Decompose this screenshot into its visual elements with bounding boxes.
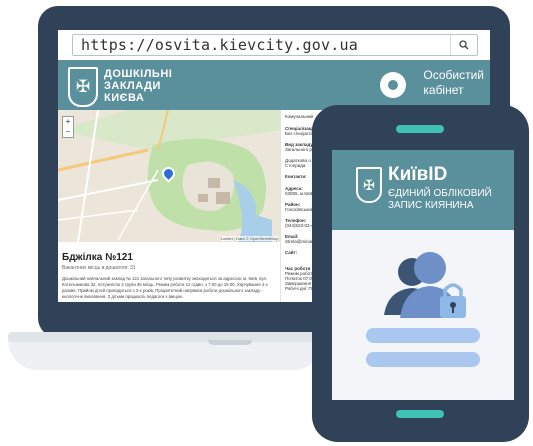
cabinet-line1: Особистий	[423, 68, 484, 82]
app-subtitle-line1: ЄДИНИЙ ОБЛІКОВИЙ	[388, 188, 492, 199]
school-vacancies: Вакантних місць в дошкілля: 31	[62, 265, 136, 271]
app-subtitle: ЄДИНИЙ ОБЛІКОВИЙ ЗАПИС КИЯНИНА	[388, 188, 492, 212]
phone-screen: ✠ КиївID ЄДИНИЙ ОБЛІКОВИЙ ЗАПИС КИЯНИНА	[332, 150, 514, 400]
app-name: КиївID	[388, 164, 448, 185]
kyiv-crest-icon[interactable]: ✠	[68, 67, 98, 107]
info-specialization-value: Без спеціаліза	[285, 131, 316, 136]
zoom-out-button[interactable]: −	[63, 127, 73, 137]
map[interactable]: + − Leaflet | Data © OpenStreetMap	[58, 110, 280, 242]
address-bar[interactable]: https://osvita.kievcity.gov.ua	[72, 34, 478, 56]
map-attribution[interactable]: Leaflet | Data © OpenStreetMap	[220, 236, 278, 241]
school-name: Бджілка №121	[62, 252, 133, 263]
site-title-line1: ДОШКІЛЬНІ	[104, 68, 173, 80]
app-subtitle-line2: ЗАПИС КИЯНИНА	[388, 200, 474, 211]
info-contacts-label: Контакти:	[285, 174, 307, 179]
info-language: Додаткова о Стоприда	[285, 158, 311, 168]
laptop-base-edge	[8, 332, 323, 342]
school-description: Дошкільний навчальний заклад № 121 загал…	[62, 276, 268, 299]
phone-header: ✠ КиївID ЄДИНИЙ ОБЛІКОВИЙ ЗАПИС КИЯНИНА	[332, 150, 514, 230]
search-icon[interactable]	[450, 35, 477, 55]
info-type: Комунальний	[285, 114, 313, 119]
email-value[interactable]: Strela@minia	[285, 239, 312, 244]
site-title-line3: КИЄВА	[104, 92, 145, 104]
phone-body	[332, 230, 514, 400]
url-text[interactable]: https://osvita.kievcity.gov.ua	[81, 36, 358, 54]
gear-icon[interactable]	[380, 72, 406, 98]
info-site: Сайт:	[285, 250, 297, 255]
site-label: Сайт:	[285, 250, 298, 255]
phone-value: (044)523-02-4	[285, 223, 314, 228]
info-language-value: Стоприда	[285, 163, 306, 168]
info-email: Email: Strela@minia	[285, 234, 312, 244]
password-field[interactable]	[366, 352, 480, 367]
contacts-heading: Контакти:	[285, 174, 307, 179]
info-district: Район: Голосіївський	[285, 202, 313, 212]
zoom-controls[interactable]: + −	[62, 116, 74, 138]
info-address: Адреса: 03065, м.Київ	[285, 186, 313, 196]
phone-home-button[interactable]	[396, 410, 444, 418]
district-value: Голосіївський	[285, 207, 314, 212]
zoom-in-button[interactable]: +	[63, 117, 73, 127]
site-header: ✠ ДОШКІЛЬНІ ЗАКЛАДИ КИЄВА Особистий кабі…	[58, 60, 490, 110]
site-title[interactable]: ДОШКІЛЬНІ ЗАКЛАДИ КИЄВА	[104, 68, 172, 104]
site-title-line2: ЗАКЛАДИ	[104, 80, 161, 92]
personal-cabinet-link[interactable]: Особистий кабінет	[423, 68, 484, 98]
login-field[interactable]	[366, 328, 480, 343]
phone-speaker	[396, 125, 444, 133]
laptop-notch	[208, 340, 252, 345]
kyiv-crest-icon: ✠	[356, 167, 382, 203]
info-phone: Телефон: (044)523-02-4	[285, 218, 314, 228]
address-value: 03065, м.Київ	[285, 191, 314, 196]
cabinet-line2: кабінет	[423, 83, 464, 97]
